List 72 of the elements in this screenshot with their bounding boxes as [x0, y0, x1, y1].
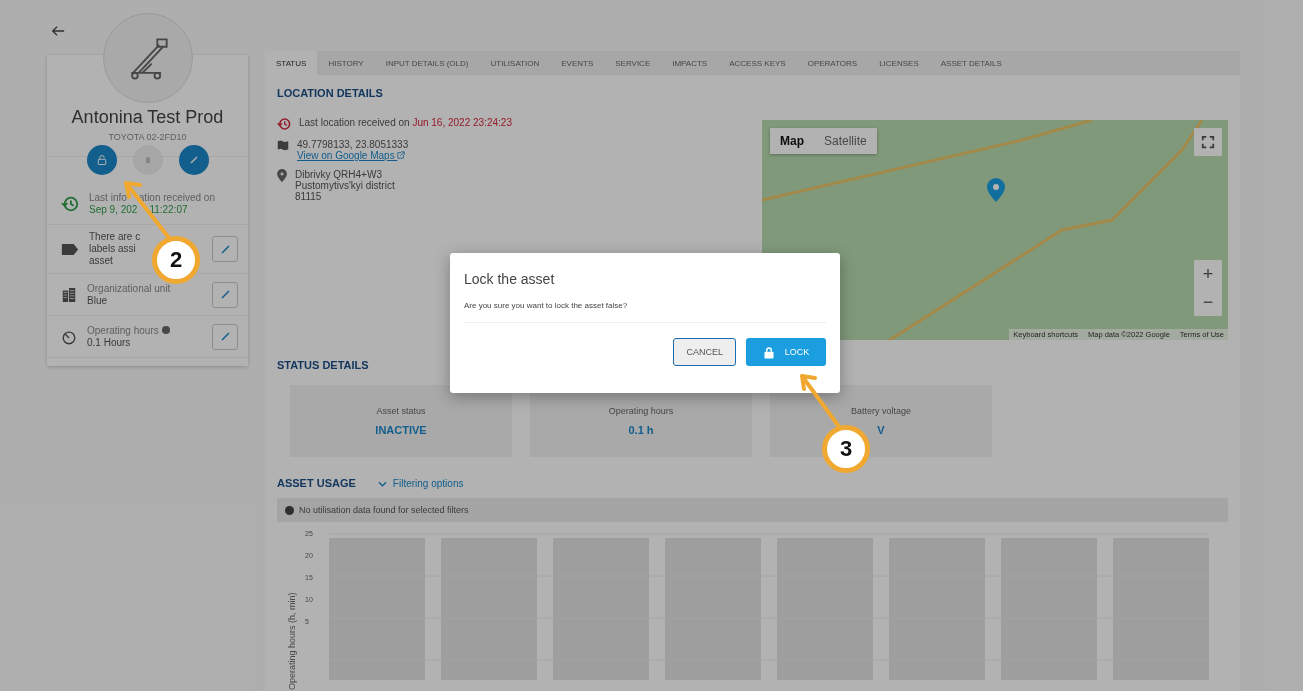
last-info-date: 11:22:07 — [149, 203, 188, 216]
map-type-button[interactable]: Map — [770, 128, 814, 154]
detail-title: Operating hours — [87, 324, 170, 337]
edit-button[interactable] — [212, 323, 238, 350]
asset-model: TOYOTA 02-2FD10 — [108, 132, 187, 142]
pencil-icon — [219, 243, 231, 255]
last-location-text: Last location received on Jun 16, 2022 23:24:23 — [299, 117, 512, 128]
pencil-icon — [219, 289, 231, 300]
edit-button[interactable] — [212, 236, 238, 262]
status-label: Asset status — [376, 406, 426, 416]
coordinates: 49.7798133, 23.8051333 — [297, 139, 409, 150]
building-icon — [61, 286, 77, 303]
cancel-button[interactable]: CANCEL — [673, 338, 736, 366]
detail-value: Blue — [87, 294, 107, 307]
asset-name: Antonina Test Prod — [71, 107, 224, 128]
labels-text: labels assi — [89, 243, 136, 255]
notice-text: No utilisation data found for selected filters — [299, 505, 469, 515]
last-info-label: Last info — [89, 191, 127, 204]
last-info-date: Sep 9, 202 — [89, 203, 138, 216]
status-label: Battery voltage — [850, 406, 911, 416]
tab[interactable]: HISTORY — [317, 51, 375, 75]
google-maps-link[interactable]: View on Google Maps — [297, 150, 409, 161]
section-heading: ASSET USAGE — [277, 477, 356, 489]
tab[interactable]: SERVICE — [604, 51, 662, 75]
labels-text: asset — [89, 255, 113, 267]
detail-title: Organizational unit — [87, 282, 171, 295]
delete-button[interactable] — [132, 145, 163, 175]
map-type-button[interactable]: Satellite — [814, 128, 877, 154]
tab[interactable]: OPERATORS — [796, 51, 869, 75]
address-line: 81115 — [295, 191, 322, 202]
section-heading: LOCATION DETAILS — [277, 87, 384, 99]
tab[interactable]: INPUT DETAILS (OLD) — [374, 51, 480, 75]
address-line: Dibrivky QRH4+W3 — [295, 169, 382, 180]
labels-text: There are c — [89, 231, 141, 243]
tab[interactable]: IMPACTS — [661, 51, 719, 75]
history-icon — [61, 194, 79, 213]
info-icon — [161, 325, 170, 334]
filtering-options-button[interactable]: Filtering options — [371, 477, 470, 490]
location-pin-icon — [277, 169, 287, 182]
tab[interactable]: LICENSES — [868, 51, 930, 75]
tab[interactable]: ASSET DETAILS — [929, 51, 1013, 75]
lock-button[interactable]: LOCK — [746, 338, 826, 366]
section-heading: STATUS DETAILS — [277, 359, 369, 371]
status-value: 0.1 h — [628, 424, 654, 436]
map-icon — [277, 139, 289, 151]
tab[interactable]: UTILISATION — [479, 51, 551, 75]
detail-value: 0.1 Hours — [87, 336, 131, 349]
pencil-icon — [219, 331, 231, 342]
padlock-icon — [95, 154, 108, 166]
tag-icon — [61, 242, 79, 256]
address-line: Pustomytivs'kyi district — [295, 180, 395, 191]
dialog-title: Lock the asset — [464, 271, 556, 287]
chevron-down-icon — [377, 480, 387, 487]
info-icon — [285, 505, 294, 515]
location-pin-icon — [987, 177, 1005, 203]
edit-button[interactable] — [178, 145, 209, 175]
external-link-icon — [397, 151, 406, 159]
status-value: V — [877, 424, 885, 436]
history-icon — [277, 117, 291, 131]
status-value: INACTIVE — [375, 424, 427, 436]
tab[interactable]: ACCESS KEYS — [718, 51, 797, 75]
dialog-message: Are you sure you want to lock the asset false? — [464, 301, 826, 323]
tab[interactable]: EVENTS — [550, 51, 605, 75]
padlock-icon — [762, 345, 775, 359]
axis-label: Operating hours (h, min) — [287, 591, 298, 690]
status-label: Operating hours — [608, 406, 674, 416]
timer-icon — [61, 328, 77, 345]
back-arrow-icon[interactable] — [51, 24, 65, 38]
fullscreen-icon[interactable] — [1194, 128, 1222, 156]
edit-button[interactable] — [212, 281, 238, 308]
tab[interactable]: STATUS — [265, 51, 318, 75]
lock-button[interactable] — [86, 145, 117, 175]
